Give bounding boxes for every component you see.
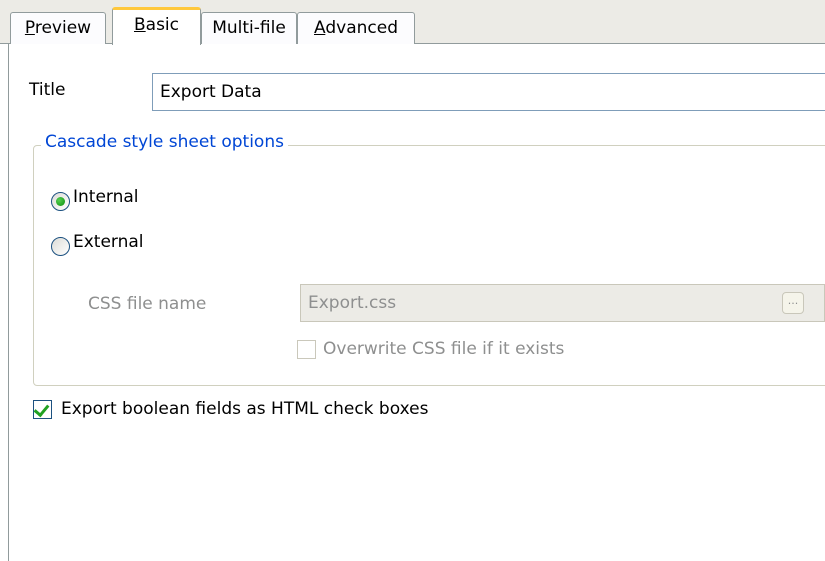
css-file-name-label: CSS file name [88,294,207,314]
export-boolean-checkbox[interactable] [33,400,52,419]
tab-preview-label: review [34,18,92,38]
browse-button[interactable]: ... [782,292,804,314]
internal-label[interactable]: Internal [73,187,139,207]
panel-left-border [8,44,9,561]
tab-advanced-mnemonic: A [314,18,326,38]
internal-radio[interactable] [51,192,70,211]
external-radio[interactable] [51,237,70,256]
external-label[interactable]: External [73,232,144,252]
tab-basic[interactable]: Basic [112,7,201,45]
overwrite-css-label[interactable]: Overwrite CSS file if it exists [323,339,564,359]
tab-preview[interactable]: Preview [10,12,106,44]
tab-basic-mnemonic: B [133,15,146,35]
tab-advanced[interactable]: Advanced [297,12,415,44]
css-file-name-input[interactable]: Export.css [300,284,825,322]
tab-advanced-label: dvanced [325,18,398,38]
tab-basic-label: asic [145,15,180,35]
title-label: Title [29,80,66,100]
overwrite-css-checkbox[interactable] [297,340,316,359]
tab-preview-mnemonic: P [24,18,35,38]
checkmark-icon [33,400,50,418]
radio-selected-dot [56,197,65,206]
css-options-legend: Cascade style sheet options [41,132,288,152]
export-boolean-label[interactable]: Export boolean fields as HTML check boxe… [61,399,428,419]
tab-multi-file[interactable]: Multi-file [201,12,297,44]
title-input[interactable]: Export Data [152,73,825,111]
tab-multi-file-label: Multi-file [212,18,286,38]
